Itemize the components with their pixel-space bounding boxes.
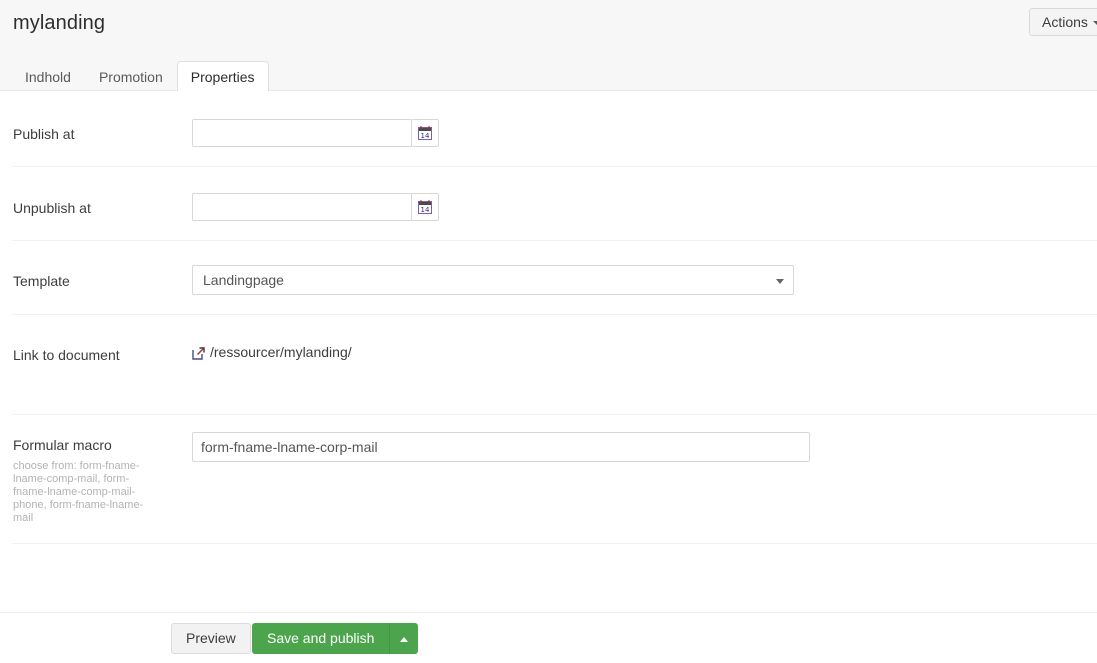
document-link-text: /ressourcer/mylanding/ — [210, 344, 352, 360]
document-link[interactable]: /ressourcer/mylanding/ — [192, 344, 352, 360]
row-separator — [12, 314, 1097, 315]
svg-text:14: 14 — [421, 132, 430, 140]
editor-footer: Preview Save and publish — [0, 613, 1097, 663]
publish-at-input[interactable] — [192, 119, 412, 147]
row-separator — [12, 543, 1097, 544]
link-to-document-label: Link to document — [13, 346, 120, 364]
calendar-icon: 14 — [418, 200, 432, 214]
property-row-link-to-document: Link to document /ressourcer/mylanding/ — [0, 314, 1097, 414]
preview-button[interactable]: Preview — [171, 623, 251, 654]
svg-text:14: 14 — [421, 206, 430, 214]
save-button-group: Save and publish — [252, 623, 418, 654]
tab-indhold[interactable]: Indhold — [11, 61, 85, 91]
unpublish-at-input[interactable] — [192, 193, 412, 221]
editor-tabs: Indhold Promotion Properties — [11, 61, 269, 91]
row-separator — [12, 240, 1097, 241]
unpublish-at-calendar-button[interactable]: 14 — [411, 193, 439, 221]
tab-promotion-label: Promotion — [99, 69, 163, 85]
property-row-unpublish-at: Unpublish at 14 — [0, 166, 1097, 240]
properties-panel: Publish at 14 Unpublish at — [0, 92, 1097, 663]
actions-button[interactable]: Actions — [1029, 8, 1097, 36]
template-select-value: Landingpage — [203, 266, 284, 294]
formular-macro-input[interactable] — [192, 432, 810, 462]
property-row-publish-at: Publish at 14 — [0, 92, 1097, 166]
publish-at-label: Publish at — [13, 125, 74, 143]
page-title: mylanding — [13, 10, 105, 36]
chevron-up-icon — [400, 637, 408, 642]
unpublish-at-label: Unpublish at — [13, 199, 91, 217]
tab-properties-label: Properties — [191, 69, 255, 85]
template-label: Template — [13, 272, 70, 290]
save-and-publish-button[interactable]: Save and publish — [252, 623, 389, 654]
tab-promotion[interactable]: Promotion — [85, 61, 177, 91]
umbraco-content-editor: mylanding Actions Indhold Promotion Prop… — [0, 0, 1097, 663]
formular-macro-label: Formular macro — [13, 436, 112, 454]
row-separator — [12, 166, 1097, 167]
save-options-toggle[interactable] — [389, 623, 418, 654]
tab-indhold-label: Indhold — [25, 69, 71, 85]
tab-properties[interactable]: Properties — [177, 61, 269, 91]
chevron-down-icon — [776, 279, 784, 284]
publish-at-calendar-button[interactable]: 14 — [411, 119, 439, 147]
property-row-template: Template Landingpage — [0, 240, 1097, 314]
editor-header: mylanding Actions Indhold Promotion Prop… — [0, 0, 1097, 91]
formular-macro-description: choose from: form-fname-lname-comp-mail,… — [13, 460, 163, 525]
actions-button-label: Actions — [1042, 14, 1088, 30]
property-row-formular-macro: Formular macro choose from: form-fname-l… — [0, 414, 1097, 543]
chevron-down-icon — [1093, 21, 1097, 25]
row-separator — [12, 414, 1097, 415]
template-select[interactable]: Landingpage — [192, 265, 794, 295]
external-link-icon — [192, 347, 205, 360]
calendar-icon: 14 — [418, 126, 432, 140]
property-list-end-separator — [0, 543, 1097, 544]
